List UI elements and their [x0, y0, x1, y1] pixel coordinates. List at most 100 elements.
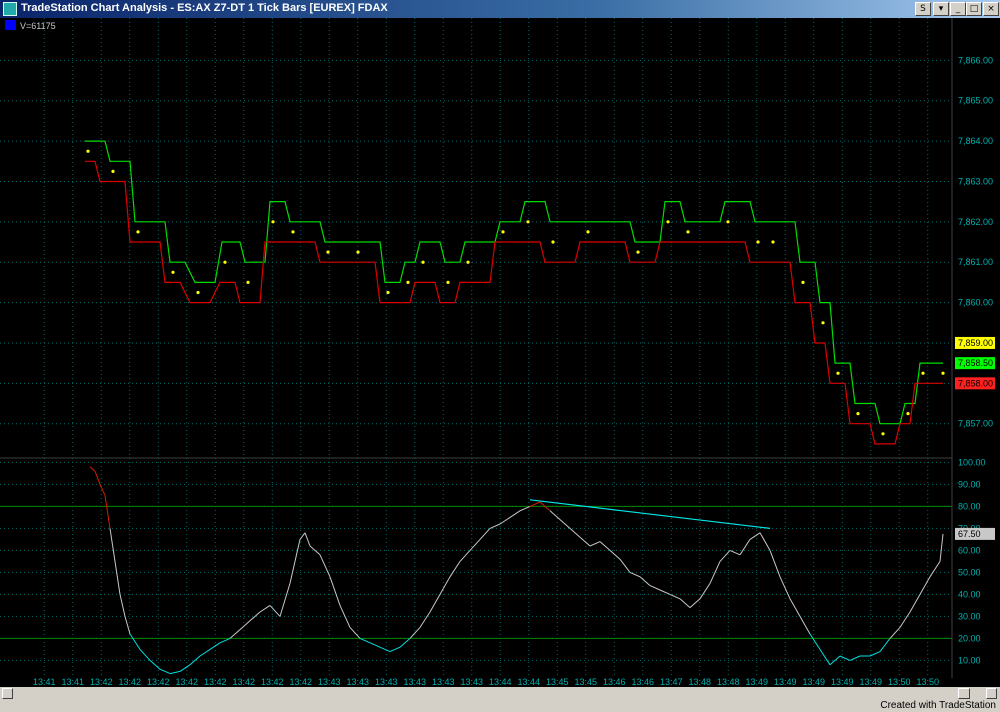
- tick-dot: [223, 260, 227, 264]
- tick-dot: [771, 240, 775, 244]
- time-tick-label: 13:45: [574, 677, 597, 687]
- price-marker-label: 7,858.00: [958, 378, 993, 388]
- tick-dot: [666, 220, 670, 224]
- scroll-left-button[interactable]: [2, 688, 13, 699]
- volume-swatch: [5, 20, 16, 30]
- oscillator-tick-label: 40.00: [958, 589, 981, 599]
- status-bar: [0, 700, 1000, 712]
- tick-dot: [86, 149, 90, 153]
- app-icon: [3, 2, 17, 16]
- time-tick-label: 13:48: [717, 677, 740, 687]
- price-tick-label: 7,863.00: [958, 176, 993, 186]
- time-tick-label: 13:41: [61, 677, 84, 687]
- time-tick-label: 13:49: [831, 677, 854, 687]
- tick-dot: [246, 280, 250, 284]
- menu-dropdown-button[interactable]: ▾: [933, 2, 949, 16]
- time-tick-label: 13:42: [289, 677, 312, 687]
- tick-dot: [906, 412, 910, 416]
- oscillator-tick-label: 100.00: [958, 457, 986, 467]
- scroll-right-button[interactable]: [986, 688, 997, 699]
- tick-dot: [686, 230, 690, 234]
- tick-dot: [111, 169, 115, 173]
- tick-dot: [526, 220, 530, 224]
- tick-dot: [801, 280, 805, 284]
- style-button[interactable]: S: [915, 2, 931, 16]
- oscillator-marker-label: 67.50: [958, 529, 981, 539]
- tick-dot: [836, 371, 840, 375]
- tick-dot: [881, 432, 885, 436]
- time-tick-label: 13:42: [261, 677, 284, 687]
- tick-dot: [501, 230, 505, 234]
- price-tick-label: 7,865.00: [958, 96, 993, 106]
- time-tick-label: 13:44: [489, 677, 512, 687]
- tick-dot: [326, 250, 330, 254]
- tick-dot: [726, 220, 730, 224]
- time-tick-label: 13:46: [631, 677, 654, 687]
- price-tick-label: 7,862.00: [958, 217, 993, 227]
- time-tick-label: 13:42: [204, 677, 227, 687]
- tick-dot: [636, 250, 640, 254]
- time-tick-label: 13:47: [660, 677, 683, 687]
- time-tick-label: 13:49: [802, 677, 825, 687]
- oscillator-tick-label: 80.00: [958, 501, 981, 511]
- time-tick-label: 13:43: [403, 677, 426, 687]
- price-tick-label: 7,866.00: [958, 55, 993, 65]
- oscillator-tick-label: 10.00: [958, 655, 981, 665]
- tick-dot: [136, 230, 140, 234]
- time-tick-label: 13:42: [147, 677, 170, 687]
- price-marker-label: 7,858.50: [958, 358, 993, 368]
- tick-dot: [856, 412, 860, 416]
- tick-dot: [466, 260, 470, 264]
- tick-dot: [821, 321, 825, 325]
- close-button[interactable]: ×: [983, 2, 999, 16]
- oscillator-tick-label: 50.00: [958, 567, 981, 577]
- window-title: TradeStation Chart Analysis - ES:AX Z7-D…: [21, 2, 388, 14]
- volume-label: V=61175: [20, 21, 56, 31]
- tick-dot: [446, 280, 450, 284]
- time-tick-label: 13:43: [375, 677, 398, 687]
- price-tick-label: 7,857.00: [958, 419, 993, 429]
- tick-dot: [386, 290, 390, 295]
- title-bar[interactable]: TradeStation Chart Analysis - ES:AX Z7-D…: [0, 0, 1000, 18]
- time-tick-label: 13:43: [432, 677, 455, 687]
- tick-dot: [171, 270, 175, 274]
- credit-text: Created with TradeStation: [880, 700, 996, 711]
- time-tick-label: 13:42: [232, 677, 255, 687]
- tick-dot: [586, 230, 590, 234]
- minimize-button[interactable]: _: [950, 2, 966, 16]
- time-tick-label: 13:43: [346, 677, 369, 687]
- price-tick-label: 7,861.00: [958, 257, 993, 267]
- time-tick-label: 13:43: [460, 677, 483, 687]
- time-tick-label: 13:50: [916, 677, 939, 687]
- time-tick-label: 13:48: [688, 677, 711, 687]
- scroll-thumb[interactable]: [958, 688, 970, 699]
- tick-dot: [421, 260, 425, 264]
- time-tick-label: 13:41: [33, 677, 56, 687]
- time-tick-label: 13:42: [90, 677, 113, 687]
- price-marker-label: 7,859.00: [958, 338, 993, 348]
- oscillator-tick-label: 30.00: [958, 611, 981, 621]
- oscillator-tick-label: 60.00: [958, 545, 981, 555]
- time-tick-label: 13:42: [118, 677, 141, 687]
- time-tick-label: 13:44: [517, 677, 540, 687]
- time-tick-label: 13:49: [774, 677, 797, 687]
- price-tick-label: 7,864.00: [958, 136, 993, 146]
- time-tick-label: 13:42: [175, 677, 198, 687]
- tick-dot: [756, 240, 760, 244]
- price-tick-label: 7,860.00: [958, 298, 993, 308]
- tick-dot: [356, 250, 360, 254]
- time-tick-label: 13:49: [859, 677, 882, 687]
- tick-dot: [196, 290, 200, 295]
- chart-canvas[interactable]: V=61175 7,866.00 7,865.00 7,864.00 7,863.00…: [0, 18, 1000, 687]
- time-tick-label: 13:45: [546, 677, 569, 687]
- horizontal-scrollbar[interactable]: [0, 687, 1000, 700]
- tick-dot: [921, 371, 925, 375]
- oscillator-tick-label: 90.00: [958, 479, 981, 489]
- tick-dot: [406, 280, 410, 284]
- tick-dot: [291, 230, 295, 234]
- oscillator-tick-label: 20.00: [958, 633, 981, 643]
- time-tick-label: 13:49: [745, 677, 768, 687]
- maximize-button[interactable]: □: [966, 2, 982, 16]
- tick-dot: [551, 240, 555, 244]
- tick-dot: [271, 220, 275, 224]
